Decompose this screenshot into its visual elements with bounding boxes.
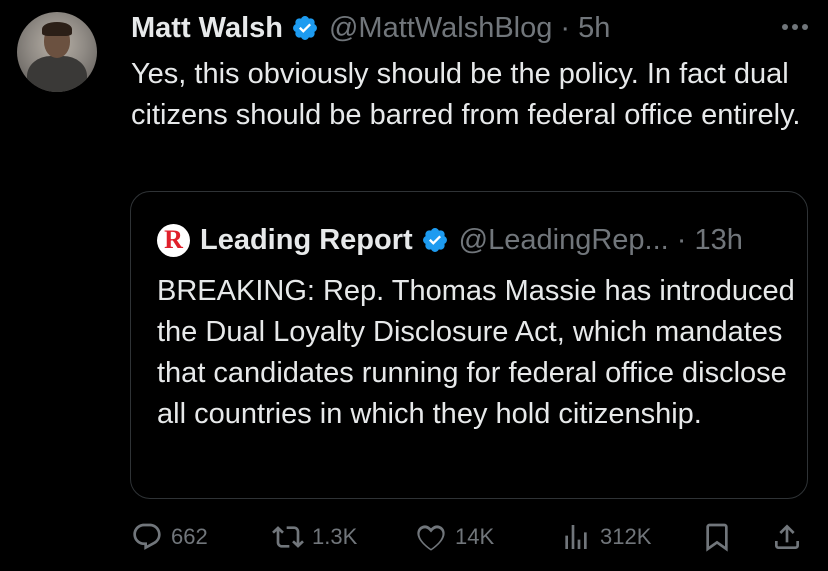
bookmark-button[interactable] [701, 519, 741, 555]
author-handle-time[interactable]: @MattWalshBlog · 5h [329, 12, 610, 45]
reply-count: 662 [171, 524, 208, 549]
action-bar: 662 1.3K 14K 312K [131, 519, 811, 555]
quote-author-name[interactable]: Leading Report [200, 224, 413, 257]
bookmark-icon [706, 523, 728, 552]
verified-badge-icon [293, 16, 317, 40]
tweet-header: Matt Walsh @MattWalshBlog · 5h [131, 11, 610, 45]
reply-button[interactable]: 662 [131, 519, 208, 555]
verified-badge-icon [422, 228, 447, 252]
more-icon[interactable] [782, 12, 808, 42]
author-name[interactable]: Matt Walsh [131, 12, 283, 45]
quote-author-handle-time[interactable]: @LeadingRep... · 13h [459, 224, 743, 257]
like-count: 14K [455, 524, 495, 549]
share-button[interactable] [771, 519, 811, 555]
avatar-body [27, 56, 87, 92]
quote-text: BREAKING: Rep. Thomas Massie has introdu… [157, 275, 795, 430]
like-icon [417, 525, 445, 551]
avatar[interactable] [17, 12, 97, 92]
like-button[interactable]: 14K [415, 519, 494, 555]
repost-count: 1.3K [312, 524, 358, 549]
repost-button[interactable]: 1.3K [272, 519, 357, 555]
share-icon [775, 524, 799, 549]
logo-letter: R [164, 225, 183, 254]
repost-icon [272, 526, 304, 548]
reply-icon [133, 523, 161, 550]
quoted-tweet[interactable]: R Leading Report @LeadingRep... · 13h BR… [130, 191, 808, 499]
views-icon [565, 525, 587, 549]
views-count: 312K [600, 524, 652, 549]
tweet-text: Yes, this obviously should be the policy… [131, 58, 801, 131]
leading-report-logo: R [157, 223, 190, 257]
avatar-hair [42, 22, 72, 36]
views-button[interactable]: 312K [560, 519, 651, 555]
quote-header: R Leading Report @LeadingRep... · 13h [157, 222, 743, 258]
